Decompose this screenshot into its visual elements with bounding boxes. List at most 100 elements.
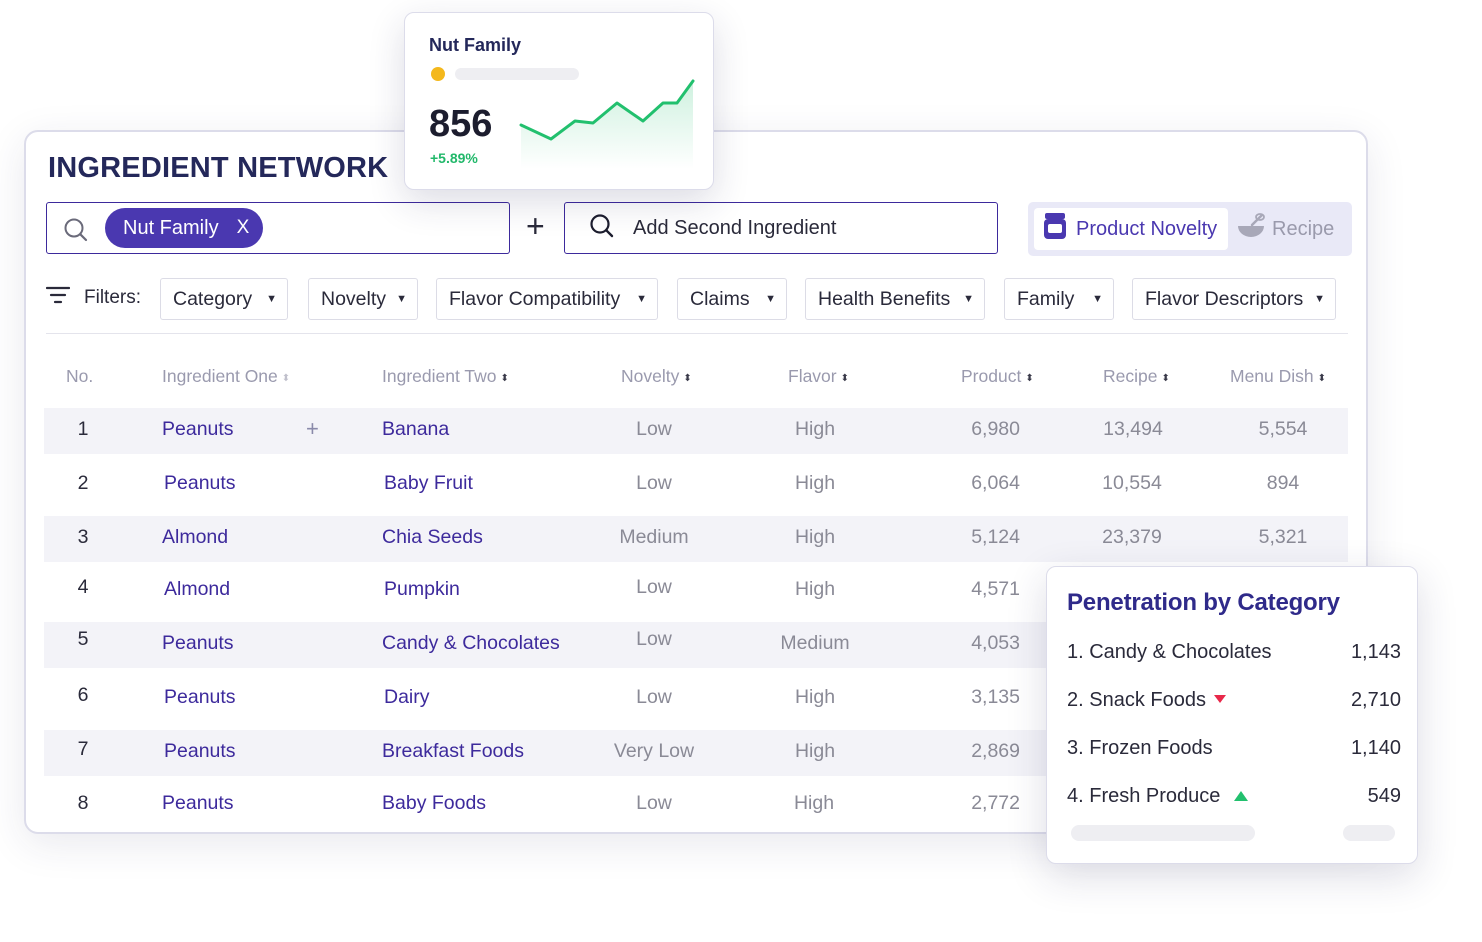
penetration-item-label: 1. Candy & Chocolates <box>1067 641 1272 663</box>
list-item[interactable]: 3. Frozen Foods 1,140 <box>1067 735 1401 765</box>
cell-no: 7 <box>77 738 89 760</box>
cell-product: 4,571 <box>971 578 1020 600</box>
penetration-title: Penetration by Category <box>1067 589 1340 616</box>
header-novelty-label: Novelty <box>621 366 680 386</box>
cell-no: 3 <box>77 526 89 548</box>
header-ingredient-one-label: Ingredient One <box>162 366 278 386</box>
cell-novelty: Low <box>636 628 672 650</box>
penetration-item-label: 3. Frozen Foods <box>1067 737 1213 759</box>
header-novelty[interactable]: Novelty ⬍ <box>621 366 692 387</box>
table-header: No. Ingredient One ⬍ Ingredient Two ⬍ Nove… <box>44 354 1348 398</box>
penetration-item-label: 2. Snack Foods <box>1067 689 1226 712</box>
cell-flavor: High <box>794 418 836 440</box>
nut-card-change: +5.89% <box>430 150 478 166</box>
cell-ingredient-two[interactable]: Chia Seeds <box>382 526 483 549</box>
header-flavor[interactable]: Flavor ⬍ <box>788 366 849 387</box>
sort-icon: ⬍ <box>281 373 291 384</box>
ingredient-chip[interactable]: Nut Family X <box>105 208 263 248</box>
plus-icon[interactable]: + <box>306 416 319 442</box>
header-recipe[interactable]: Recipe ⬍ <box>1103 366 1170 387</box>
sort-icon: ⬍ <box>1317 373 1327 384</box>
filter-health-benefits[interactable]: Health Benefits ▼ <box>805 278 985 320</box>
cell-no: 6 <box>77 684 89 706</box>
second-ingredient-input[interactable]: Add Second Ingredient <box>564 202 998 254</box>
cell-no: 8 <box>77 792 89 814</box>
filter-flavor-descriptors-label: Flavor Descriptors <box>1145 287 1304 310</box>
cell-ingredient-one[interactable]: Peanuts <box>162 418 234 441</box>
filter-claims-label: Claims <box>690 287 750 310</box>
filters-label: Filters: <box>45 286 141 310</box>
cell-product: 3,135 <box>971 686 1020 708</box>
cell-recipe: 10,554 <box>1102 472 1162 494</box>
cell-ingredient-one[interactable]: Peanuts <box>164 472 236 495</box>
sort-icon: ⬍ <box>1161 373 1170 384</box>
nut-card-value: 856 <box>429 103 493 145</box>
cell-ingredient-two[interactable]: Banana <box>382 418 449 441</box>
list-item[interactable]: 4. Fresh Produce 549 <box>1067 783 1401 813</box>
cell-product: 6,980 <box>971 418 1020 440</box>
table-row[interactable]: 2 Peanuts Baby Fruit Low High 6,064 10,5… <box>44 462 1348 508</box>
cell-ingredient-two[interactable]: Baby Fruit <box>384 472 473 495</box>
caret-down-icon: ▼ <box>266 293 277 305</box>
cell-ingredient-two[interactable]: Dairy <box>384 686 430 709</box>
cell-ingredient-one[interactable]: Almond <box>162 526 228 549</box>
filter-claims[interactable]: Claims ▼ <box>677 278 787 320</box>
caret-down-icon: ▼ <box>396 293 407 305</box>
ingredient-search-input[interactable]: Nut Family X <box>46 202 510 254</box>
cell-flavor: High <box>794 472 836 494</box>
sparkline <box>519 79 695 169</box>
penetration-item-label: 4. Fresh Produce <box>1067 785 1249 808</box>
cell-ingredient-one[interactable]: Peanuts <box>162 792 234 815</box>
header-ingredient-two[interactable]: Ingredient Two ⬍ <box>382 366 509 387</box>
cell-novelty: Very Low <box>613 740 695 762</box>
table-row[interactable]: 3 Almond Chia Seeds Medium High 5,124 23… <box>44 516 1348 562</box>
header-recipe-label: Recipe <box>1103 366 1158 386</box>
cell-no: 1 <box>77 418 89 440</box>
filter-novelty[interactable]: Novelty ▼ <box>308 278 418 320</box>
toggle-recipe-label: Recipe <box>1272 217 1335 240</box>
header-ingredient-two-label: Ingredient Two <box>382 366 497 386</box>
cell-flavor: High <box>794 686 836 708</box>
penetration-item-value: 1,143 <box>1350 641 1401 663</box>
cell-ingredient-one[interactable]: Peanuts <box>164 740 236 763</box>
list-item[interactable]: 2. Snack Foods 2,710 <box>1067 687 1401 717</box>
plus-icon: + <box>526 208 545 244</box>
trend-down-icon <box>1213 695 1226 703</box>
filters-label-text: Filters: <box>84 287 141 308</box>
filter-flavor-compatibility-label: Flavor Compatibility <box>449 287 621 310</box>
cell-ingredient-one[interactable]: Almond <box>164 578 230 601</box>
cell-ingredient-two[interactable]: Breakfast Foods <box>382 740 524 763</box>
cell-ingredient-one[interactable]: Peanuts <box>162 632 234 655</box>
cell-flavor: High <box>794 526 836 548</box>
filter-family[interactable]: Family ▼ <box>1004 278 1114 320</box>
view-toggle: Product Novelty Recipe <box>1028 202 1352 256</box>
header-product[interactable]: Product ⬍ <box>961 366 1034 387</box>
cell-ingredient-two[interactable]: Pumpkin <box>384 578 460 601</box>
penetration-item-label-text: 2. Snack Foods <box>1067 689 1206 711</box>
cell-no: 5 <box>77 628 89 650</box>
toggle-product-novelty[interactable]: Product Novelty <box>1034 208 1228 250</box>
cell-ingredient-one[interactable]: Peanuts <box>164 686 236 709</box>
second-ingredient-placeholder: Add Second Ingredient <box>633 216 837 239</box>
cell-ingredient-two[interactable]: Candy & Chocolates <box>382 632 560 655</box>
cell-ingredient-two[interactable]: Baby Foods <box>382 792 486 815</box>
filter-flavor-compatibility[interactable]: Flavor Compatibility ▼ <box>436 278 658 320</box>
close-icon[interactable]: X <box>237 217 250 239</box>
sort-icon: ⬍ <box>683 373 692 384</box>
cell-novelty: Low <box>636 792 672 814</box>
cell-recipe: 23,379 <box>1102 526 1162 548</box>
cell-novelty: Low <box>636 576 672 598</box>
filter-category[interactable]: Category ▼ <box>160 278 288 320</box>
cell-menu-dish: 894 <box>1266 472 1300 494</box>
list-item[interactable]: 1. Candy & Chocolates 1,143 <box>1067 639 1401 669</box>
header-menu-dish[interactable]: Menu Dish ⬍ <box>1230 366 1326 387</box>
cell-product: 2,869 <box>971 740 1020 762</box>
header-no: No. <box>66 366 94 386</box>
penetration-card: Penetration by Category 1. Candy & Choco… <box>1046 566 1418 864</box>
table-row[interactable]: 1 Peanuts + Banana Low High 6,980 13,494… <box>44 408 1348 454</box>
page-title: INGREDIENT NETWORK <box>48 152 389 184</box>
header-ingredient-one[interactable]: Ingredient One ⬍ <box>162 366 290 387</box>
cell-novelty: Low <box>636 472 672 494</box>
filter-flavor-descriptors[interactable]: Flavor Descriptors ▼ <box>1132 278 1336 320</box>
toggle-recipe[interactable]: Recipe <box>1236 208 1334 250</box>
